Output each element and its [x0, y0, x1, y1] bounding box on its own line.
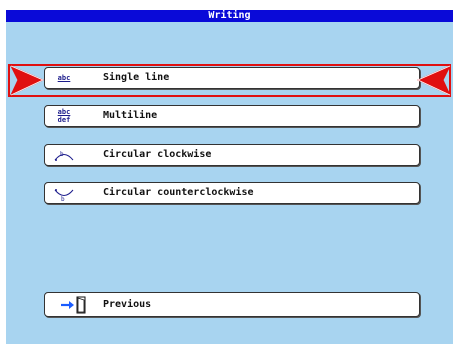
- multiline-label: Multiline: [103, 110, 158, 121]
- circular-clockwise-button[interactable]: b Circular clockwise: [44, 144, 420, 166]
- circular-clockwise-label: Circular clockwise: [103, 149, 212, 160]
- abc-def-multiline-icon: abc def: [53, 108, 75, 126]
- icon-text-bottom: def: [57, 116, 71, 124]
- exit-door-icon: [59, 295, 89, 315]
- circular-counterclockwise-button[interactable]: b Circular counterclockwise: [44, 182, 420, 204]
- circular-counterclockwise-icon: b: [53, 185, 75, 203]
- previous-button[interactable]: Previous: [44, 292, 420, 317]
- svg-text:b: b: [60, 151, 64, 158]
- selection-arrow-left-icon: [10, 65, 44, 96]
- circular-clockwise-icon: b: [53, 147, 75, 165]
- svg-text:b: b: [61, 196, 65, 203]
- window-title: Writing: [6, 10, 453, 22]
- selection-arrow-right-icon: [417, 65, 451, 96]
- icon-text-top: abc: [57, 108, 71, 116]
- multiline-button[interactable]: abc def Multiline: [44, 105, 420, 127]
- circular-counterclockwise-label: Circular counterclockwise: [103, 187, 254, 198]
- selection-frame: [8, 64, 451, 97]
- screen: Writing abc Single line abc def Multilin…: [6, 10, 453, 344]
- previous-label: Previous: [103, 299, 152, 310]
